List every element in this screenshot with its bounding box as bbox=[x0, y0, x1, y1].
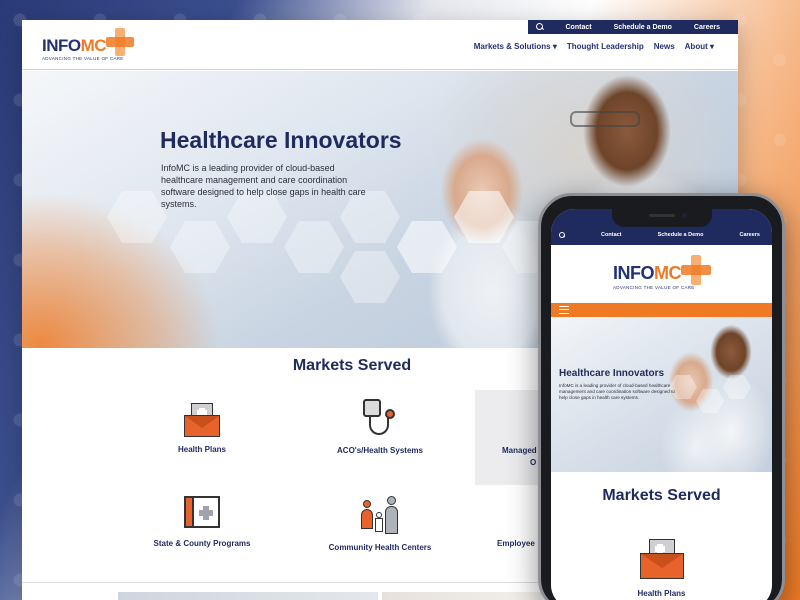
mobile-contact-link[interactable]: Contact bbox=[601, 232, 621, 238]
mobile-hero-title: Healthcare Innovators bbox=[559, 368, 665, 379]
family-icon bbox=[359, 496, 401, 536]
medical-folder-icon bbox=[184, 496, 220, 528]
nav-thought-leadership[interactable]: Thought Leadership bbox=[567, 42, 644, 51]
mobile-phone-frame: Contact Schedule a Demo Careers INFOMC A… bbox=[538, 193, 785, 600]
hero-glasses bbox=[570, 111, 640, 127]
market-card-health-plans[interactable]: Health Plans bbox=[127, 395, 277, 485]
logo-tagline: ADVANCING THE VALUE OF CARE bbox=[613, 285, 695, 290]
phone-notch bbox=[611, 209, 712, 227]
utility-bar: Contact Schedule a Demo Careers bbox=[528, 20, 738, 34]
market-card-community-health[interactable]: Community Health Centers bbox=[305, 492, 455, 582]
hex-decor-icon bbox=[284, 221, 344, 273]
main-nav: Markets & Solutions ▾ Thought Leadership… bbox=[474, 42, 714, 51]
market-card-aco-health-systems[interactable]: ACO's/Health Systems bbox=[305, 395, 455, 485]
hamburger-menu-icon[interactable] bbox=[559, 306, 569, 314]
nav-markets-solutions[interactable]: Markets & Solutions ▾ bbox=[474, 42, 557, 51]
mobile-screen: Contact Schedule a Demo Careers INFOMC A… bbox=[551, 209, 772, 600]
logo-plus-icon bbox=[106, 28, 134, 56]
market-label: Community Health Centers bbox=[328, 543, 432, 552]
mobile-market-label[interactable]: Health Plans bbox=[551, 589, 772, 598]
mobile-hero-description: InfoMC is a leading provider of cloud-ba… bbox=[559, 383, 675, 400]
logo-tagline: ADVANCING THE VALUE OF CARE bbox=[42, 56, 124, 61]
market-label: ACO's/Health Systems bbox=[337, 446, 423, 455]
mobile-careers-link[interactable]: Careers bbox=[739, 232, 760, 238]
search-icon[interactable] bbox=[559, 232, 565, 238]
mobile-schedule-demo-link[interactable]: Schedule a Demo bbox=[658, 232, 704, 238]
mobile-markets-served-title: Markets Served bbox=[602, 487, 721, 504]
market-label: Health Plans bbox=[177, 445, 226, 454]
envelope-medical-icon bbox=[639, 539, 684, 579]
logo-wordmark: INFOMC bbox=[613, 263, 682, 283]
nav-about[interactable]: About ▾ bbox=[685, 42, 714, 51]
topbar-careers-link[interactable]: Careers bbox=[694, 24, 720, 31]
search-icon[interactable] bbox=[535, 23, 544, 31]
logo-wordmark: INFOMC bbox=[42, 36, 107, 55]
market-card-state-county[interactable]: State & County Programs bbox=[127, 492, 277, 582]
mobile-hero-banner: Healthcare Innovators InfoMC is a leadin… bbox=[551, 317, 772, 472]
infomc-logo[interactable]: INFOMC ADVANCING THE VALUE OF CARE bbox=[42, 26, 142, 64]
logo-plus-icon bbox=[681, 255, 711, 285]
market-label: State & County Programs bbox=[153, 539, 251, 548]
topbar-schedule-demo-link[interactable]: Schedule a Demo bbox=[614, 24, 672, 31]
mobile-infomc-logo[interactable]: INFOMC ADVANCING THE VALUE OF CARE bbox=[613, 255, 723, 291]
stethoscope-icon bbox=[363, 399, 397, 437]
next-section-image bbox=[382, 592, 542, 600]
nav-news[interactable]: News bbox=[654, 42, 675, 51]
next-section-image bbox=[118, 592, 378, 600]
mobile-menu-bar bbox=[551, 303, 772, 317]
envelope-medical-icon bbox=[184, 403, 220, 437]
hero-description: InfoMC is a leading provider of cloud-ba… bbox=[161, 163, 366, 209]
topbar-contact-link[interactable]: Contact bbox=[566, 24, 592, 31]
hero-title: Healthcare Innovators bbox=[160, 127, 402, 153]
hex-drop-icon bbox=[340, 251, 400, 303]
